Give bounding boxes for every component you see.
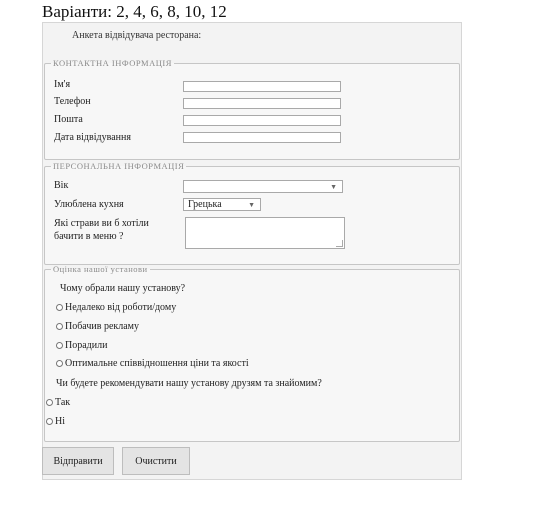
option-label: Недалеко від роботи/дому — [65, 302, 177, 313]
option-label: Так — [55, 397, 71, 408]
option-yes[interactable]: Так — [46, 397, 70, 408]
name-input[interactable] — [183, 81, 341, 92]
visit-date-input[interactable] — [183, 132, 341, 143]
phone-input[interactable] — [183, 98, 341, 109]
personal-info-legend: ПЕРСОНАЛЬНА ІНФОРМАЦІЯ — [53, 161, 185, 171]
radio-button[interactable] — [56, 304, 63, 311]
resize-grip-icon[interactable] — [336, 240, 343, 247]
clear-button[interactable]: Очистити — [122, 447, 190, 475]
rating-legend: Оцінка нашої установи — [53, 264, 148, 274]
option-price-quality[interactable]: Оптимальне співвідношення ціни та якості — [56, 358, 249, 369]
submit-button[interactable]: Відправити — [42, 447, 114, 475]
variants-heading: Варіанти: 2, 4, 6, 8, 10, 12 — [42, 2, 227, 21]
dishes-textarea[interactable] — [185, 217, 345, 249]
option-recommended[interactable]: Порадили — [56, 340, 107, 351]
radio-button[interactable] — [56, 323, 63, 330]
phone-label: Телефон — [54, 96, 91, 107]
cuisine-selected-value: Грецька — [188, 199, 222, 210]
contact-info-legend: КОНТАКТНА ІНФОРМАЦІЯ — [53, 58, 172, 68]
radio-button[interactable] — [56, 360, 63, 367]
email-label: Пошта — [54, 114, 83, 125]
dishes-label-line2: бачити в меню ? — [54, 231, 124, 242]
option-near-work[interactable]: Недалеко від роботи/дому — [56, 302, 176, 313]
cuisine-select[interactable]: Грецька ▼ — [183, 198, 261, 211]
radio-button[interactable] — [56, 342, 63, 349]
form-title: Анкета відвідувача ресторана: — [72, 30, 202, 41]
option-label: Порадили — [65, 340, 108, 351]
question-recommend: Чи будете рекомендувати нашу установу др… — [56, 378, 322, 389]
option-no[interactable]: Ні — [46, 416, 65, 427]
contact-info-fieldset: КОНТАКТНА ІНФОРМАЦІЯ — [44, 58, 460, 160]
name-label: Ім'я — [54, 79, 71, 90]
option-label: Ні — [55, 416, 65, 427]
radio-button[interactable] — [46, 418, 53, 425]
personal-info-fieldset: ПЕРСОНАЛЬНА ІНФОРМАЦІЯ — [44, 161, 460, 265]
visit-date-label: Дата відвідування — [54, 132, 131, 143]
chevron-down-icon: ▼ — [330, 183, 337, 191]
chevron-down-icon: ▼ — [248, 201, 255, 209]
age-label: Вік — [54, 180, 69, 191]
cuisine-label: Улюблена кухня — [54, 199, 124, 210]
question-why-chose: Чому обрали нашу установу? — [60, 283, 186, 294]
option-label: Побачив рекламу — [65, 321, 140, 332]
radio-button[interactable] — [46, 399, 53, 406]
age-select[interactable]: ▼ — [183, 180, 343, 193]
email-input[interactable] — [183, 115, 341, 126]
dishes-label-line1: Які страви ви б хотіли — [54, 218, 149, 229]
option-label: Оптимальне співвідношення ціни та якості — [65, 358, 249, 369]
option-saw-ad[interactable]: Побачив рекламу — [56, 321, 139, 332]
